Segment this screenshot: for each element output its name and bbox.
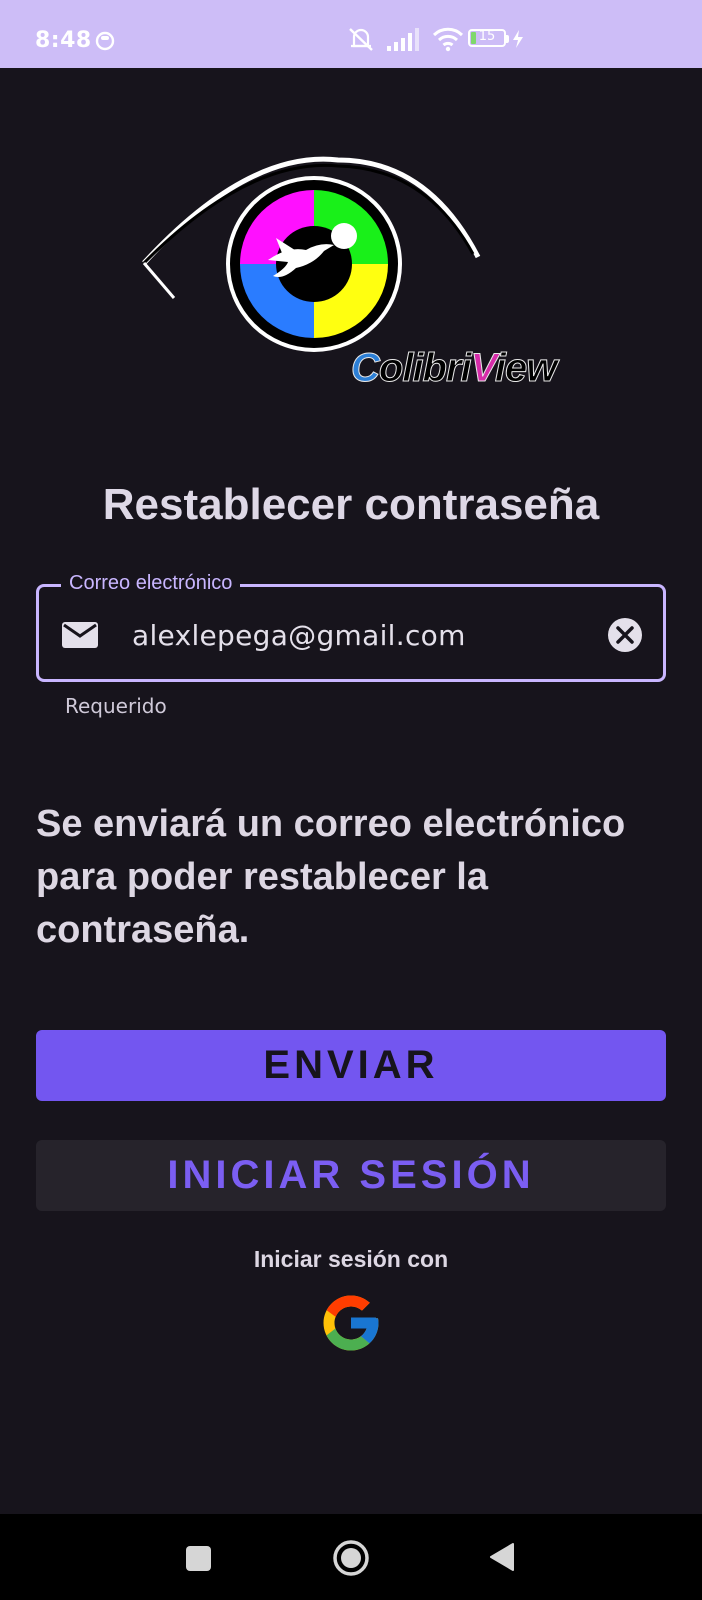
email-field[interactable]: Correo electrónico alexlepega@gmail.com — [36, 572, 666, 682]
wifi-icon — [432, 27, 464, 52]
status-icons: 15 — [349, 26, 670, 54]
status-time: 8:48 — [35, 28, 92, 53]
email-input[interactable]: alexlepega@gmail.com — [132, 619, 466, 652]
battery-level: 15 — [478, 29, 496, 44]
recents-icon[interactable] — [186, 1546, 211, 1571]
email-field-label: Correo electrónico — [61, 572, 241, 595]
mail-icon — [62, 622, 98, 648]
login-button[interactable]: INICIAR SESIÓN — [36, 1140, 666, 1211]
google-icon[interactable] — [318, 1290, 384, 1356]
page-title: Restablecer contraseña — [102, 480, 600, 529]
charging-icon — [513, 30, 523, 48]
back-icon[interactable] — [489, 1542, 515, 1572]
send-button[interactable]: ENVIAR — [36, 1030, 666, 1101]
social-login-label: Iniciar sesión con — [253, 1246, 449, 1272]
app-notification-icon — [95, 31, 115, 51]
email-helper-text: Requerido — [65, 694, 167, 718]
info-text: Se enviará un correo electrónico para po… — [36, 803, 626, 951]
signal-icon — [387, 28, 419, 51]
home-icon[interactable] — [332, 1539, 370, 1577]
brand-wordmark: ColibriView — [351, 346, 558, 391]
system-nav-bar — [0, 1514, 702, 1600]
battery-icon: 15 — [468, 29, 506, 47]
status-bar: 8:48 15 — [0, 0, 702, 68]
clear-icon[interactable] — [607, 617, 643, 653]
mute-icon — [349, 28, 373, 51]
